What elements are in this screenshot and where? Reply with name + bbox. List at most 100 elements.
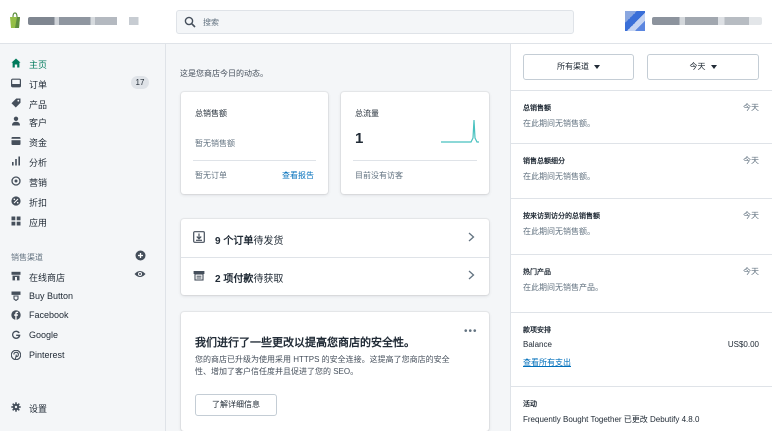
search-icon xyxy=(184,16,196,28)
channel-filter-label: 所有渠道 xyxy=(557,62,589,71)
security-notice-card: 我们进行了一些更改以提高您商店的安全性。 ••• 您的商店已升级为使用采用 HT… xyxy=(181,312,489,431)
discount-icon xyxy=(11,196,21,206)
eye-icon[interactable] xyxy=(134,269,146,279)
learn-more-button[interactable]: 了解详细信息 xyxy=(195,394,277,416)
user-name[interactable] xyxy=(652,17,762,25)
payment-icon xyxy=(193,271,205,281)
balance-value: US$0.00 xyxy=(727,340,759,349)
sidebar-item-label: Google xyxy=(29,330,59,340)
home-icon xyxy=(11,58,21,68)
sidebar-item-label: 在线商店 xyxy=(29,273,66,283)
sales-breakdown-section[interactable]: 销售总额细分 今天 在此期间无销售额。 xyxy=(511,143,772,198)
bar-chart-icon xyxy=(12,156,20,166)
activity-text: Frequently Bought Together 已更改 Debutify … xyxy=(523,415,700,424)
sidebar-item-facebook[interactable]: Facebook xyxy=(0,306,166,324)
chevron-right-icon xyxy=(468,270,475,280)
store-name[interactable] xyxy=(28,17,148,25)
total-sales-section[interactable]: 总销售额 今天 在此期间无销售额。 xyxy=(511,90,772,143)
payouts-section: 款项安排 Balance US$0.00 查看所有支出 xyxy=(511,312,772,386)
total-sales-title: 总销售额 xyxy=(195,109,227,118)
sidebar-item-buy-button[interactable]: Buy Button xyxy=(0,287,166,305)
sidebar-item-pinterest[interactable]: Pinterest xyxy=(0,346,166,364)
sidebar-item-label: 订单 xyxy=(29,80,48,90)
sidebar-item-label: Facebook xyxy=(29,310,69,320)
section-title: 热门产品 xyxy=(523,269,551,276)
section-title: 销售总额细分 xyxy=(523,158,565,165)
section-date: 今天 xyxy=(743,156,759,165)
sidebar-item-discounts[interactable]: 折扣 xyxy=(0,192,166,210)
top-products-section[interactable]: 热门产品 今天 在此期间无销售产品。 xyxy=(511,254,772,312)
sidebar-item-products[interactable]: 产品 xyxy=(0,94,166,112)
view-all-payouts-link[interactable]: 查看所有支出 xyxy=(523,357,571,368)
section-date: 今天 xyxy=(743,211,759,220)
person-icon xyxy=(12,116,20,126)
download-box-icon xyxy=(193,231,205,243)
sidebar-item-settings[interactable]: 设置 xyxy=(0,398,166,416)
sidebar-item-label: 资金 xyxy=(29,138,48,148)
sidebar-item-analytics[interactable]: 分析 xyxy=(0,152,166,170)
balance-label: Balance xyxy=(523,340,552,349)
total-sales-card: 总销售额 暂无销售额 暂无订单 查看报告 xyxy=(181,92,328,194)
apps-icon xyxy=(11,216,21,226)
section-title: 按来访到访分的总销售额 xyxy=(523,213,600,220)
payments-to-capture-row[interactable]: 2 项付款待获取 xyxy=(181,257,489,295)
date-filter-button[interactable]: 今天 xyxy=(647,54,759,80)
section-title: 总销售额 xyxy=(523,105,551,112)
section-text: 在此期间无销售产品。 xyxy=(523,283,603,292)
add-channel-icon[interactable] xyxy=(135,250,146,261)
orders-to-fulfill-row[interactable]: 9 个订单待发货 xyxy=(181,219,489,258)
right-panel: 所有渠道 今天 总销售额 今天 在此期间无销售额。 销售总额细分 今天 在此期间… xyxy=(510,44,772,431)
sidebar-item-home[interactable]: 主页 xyxy=(0,54,166,72)
section-date: 今天 xyxy=(743,103,759,112)
sidebar-item-label: 客户 xyxy=(29,118,48,128)
divider xyxy=(353,160,477,161)
tasks-card: 9 个订单待发货 2 项付款待获取 xyxy=(181,219,489,295)
task-label: 9 个订单待发货 xyxy=(215,236,284,247)
orders-icon xyxy=(11,78,21,88)
target-icon xyxy=(11,176,21,186)
section-date: 今天 xyxy=(743,267,759,276)
sidebar-item-orders[interactable]: 订单 17 xyxy=(0,74,166,92)
caret-down-icon xyxy=(594,64,600,69)
sidebar-item-customers[interactable]: 客户 xyxy=(0,112,166,130)
view-report-link[interactable]: 查看报告 xyxy=(282,170,314,181)
more-options-icon[interactable]: ••• xyxy=(464,326,478,337)
sidebar-item-apps[interactable]: 应用 xyxy=(0,212,166,230)
total-traffic-title: 总流量 xyxy=(355,109,379,118)
sales-by-traffic-source-section[interactable]: 按来访到访分的总销售额 今天 在此期间无销售额。 xyxy=(511,198,772,254)
sidebar-item-google[interactable]: Google xyxy=(0,326,166,344)
orders-count-badge: 17 xyxy=(131,76,149,89)
section-title: 款项安排 xyxy=(523,327,551,334)
channel-filter-button[interactable]: 所有渠道 xyxy=(523,54,634,80)
sidebar-item-label: 主页 xyxy=(29,60,48,70)
sidebar-item-marketing[interactable]: 营销 xyxy=(0,172,166,190)
search-input[interactable]: 搜索 xyxy=(203,17,219,28)
finance-icon xyxy=(11,137,21,145)
section-title: 活动 xyxy=(523,401,537,408)
sidebar-item-label: Buy Button xyxy=(29,291,74,301)
sidebar-item-label: 设置 xyxy=(29,404,48,414)
sidebar-item-label: 分析 xyxy=(29,158,48,168)
total-sales-value: 暂无销售额 xyxy=(195,139,235,148)
sidebar-item-finances[interactable]: 资金 xyxy=(0,132,166,150)
pinterest-icon xyxy=(11,350,21,360)
shopify-logo-icon[interactable] xyxy=(9,12,21,28)
top-bar: 搜索 xyxy=(0,0,772,44)
search-bar[interactable]: 搜索 xyxy=(176,10,574,34)
tag-icon xyxy=(11,98,21,108)
section-text: 在此期间无销售额。 xyxy=(523,119,595,128)
facebook-icon xyxy=(11,310,21,320)
divider xyxy=(193,160,316,161)
google-icon xyxy=(12,330,21,339)
caret-down-icon xyxy=(710,64,717,69)
section-text: 在此期间无销售额。 xyxy=(523,227,595,236)
section-text: 在此期间无销售额。 xyxy=(523,172,595,181)
total-traffic-value: 1 xyxy=(355,130,364,147)
sidebar-item-label: 产品 xyxy=(29,100,48,110)
sidebar-item-label: 折扣 xyxy=(29,198,48,208)
avatar[interactable] xyxy=(625,11,645,31)
activity-section: 活动 Frequently Bought Together 已更改 Debuti… xyxy=(511,386,772,431)
total-sales-footer: 暂无订单 xyxy=(195,171,227,180)
buy-button-icon xyxy=(11,291,21,301)
security-notice-title: 我们进行了一些更改以提高您商店的安全性。 xyxy=(195,337,415,349)
